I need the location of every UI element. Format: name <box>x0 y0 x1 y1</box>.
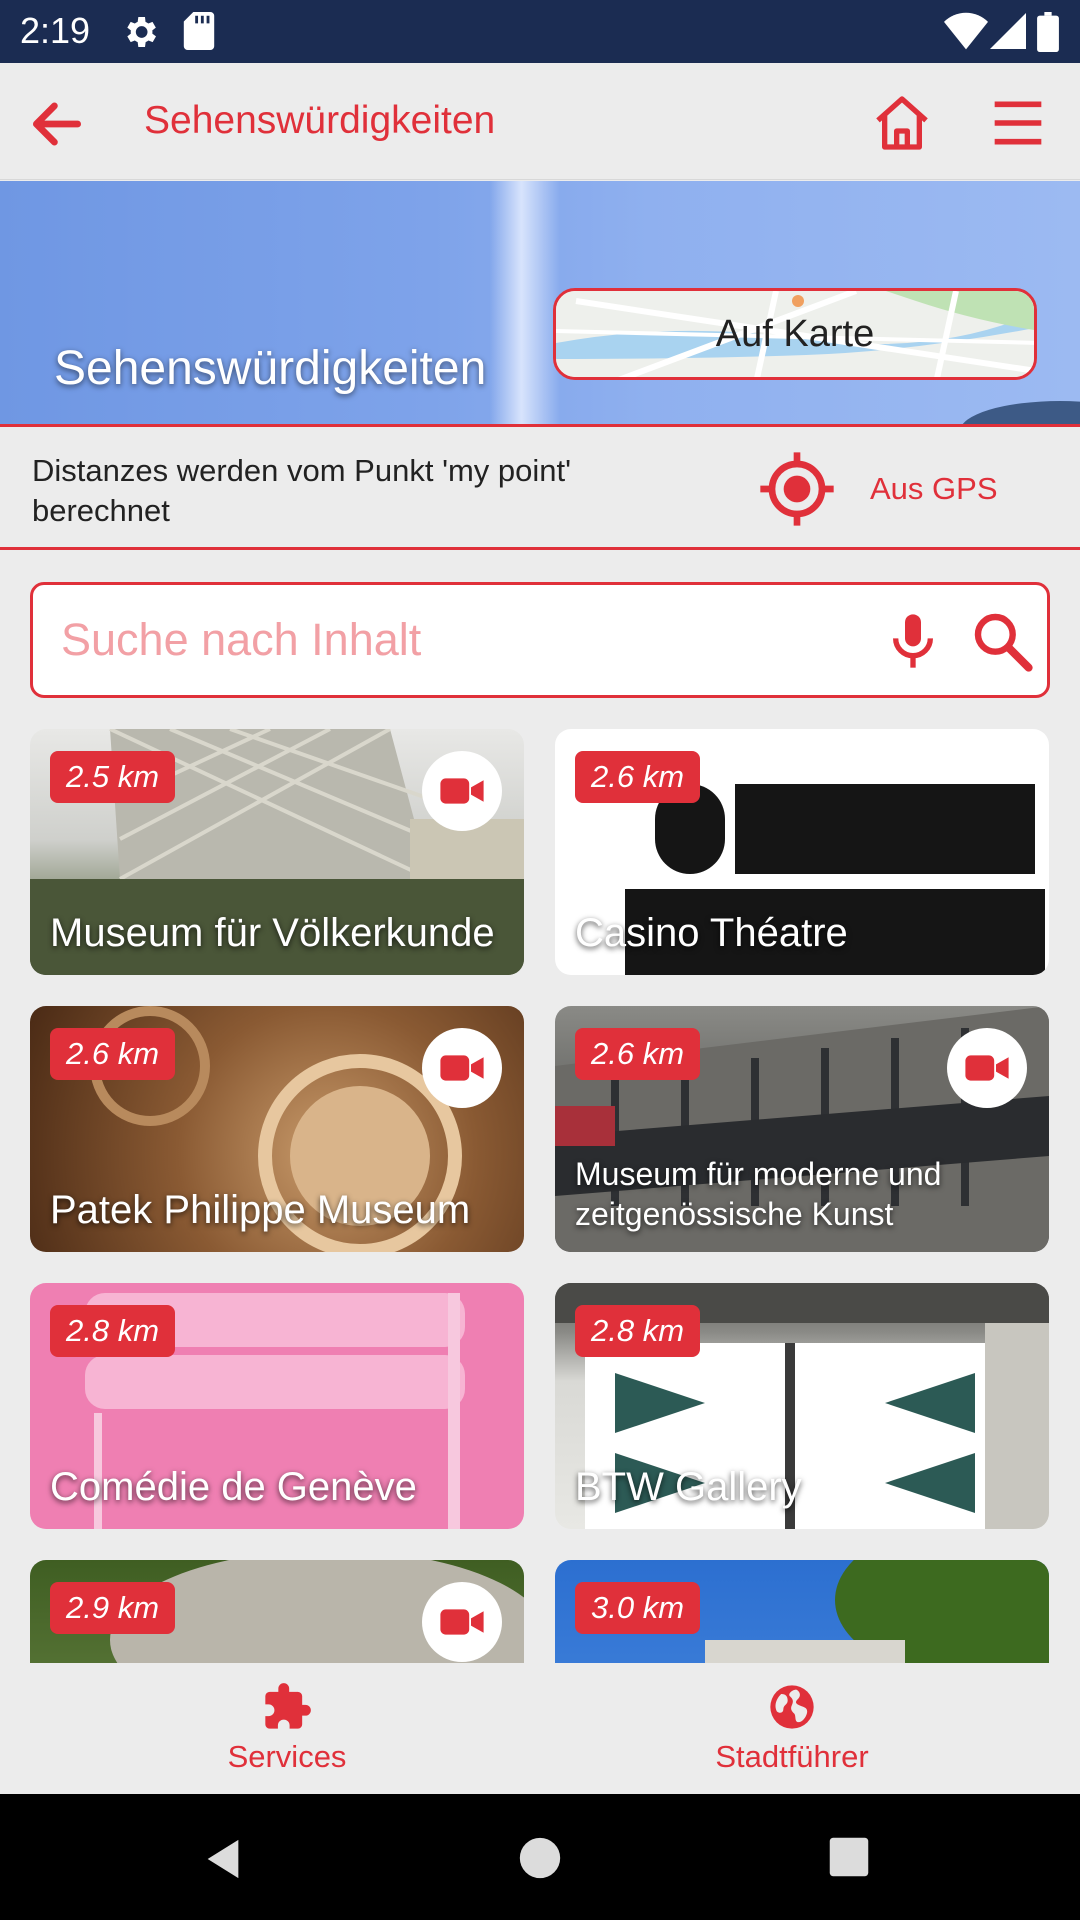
distance-badge: 2.6 km <box>575 1028 701 1080</box>
puzzle-icon <box>265 1683 311 1729</box>
sight-card-title: Museum für Völkerkunde <box>50 911 495 955</box>
recents-square-icon[interactable] <box>828 1836 870 1878</box>
app-bar: Sehenswürdigkeiten <box>0 63 1080 180</box>
sight-card-title: BTW Gallery <box>575 1465 802 1509</box>
nav-city-guide-label: Stadtführer <box>715 1739 869 1774</box>
home-circle-icon[interactable] <box>518 1836 562 1880</box>
sight-card-title: Comédie de Genève <box>50 1465 417 1509</box>
nav-city-guide[interactable]: Stadtführer <box>642 1681 942 1775</box>
distance-badge: 2.5 km <box>50 751 176 803</box>
search-box <box>30 582 1050 698</box>
globe-icon <box>770 1685 814 1729</box>
hamburger-menu-icon[interactable] <box>990 95 1046 151</box>
distance-badge: 2.8 km <box>50 1305 176 1357</box>
sight-card[interactable]: 2.6 km Museum für moderne und zeitgenöss… <box>555 1006 1049 1252</box>
sight-card[interactable]: 2.8 km Comédie de Genève <box>30 1283 524 1529</box>
video-camera-icon <box>440 1055 484 1081</box>
video-badge <box>422 751 502 831</box>
sights-grid: 2.5 km Museum für Völkerkunde 2.6 km Cas… <box>0 729 1080 1663</box>
battery-icon <box>1037 12 1059 52</box>
sight-card[interactable]: 2.5 km Museum für Völkerkunde <box>30 729 524 975</box>
sight-card[interactable]: 3.0 km <box>555 1560 1049 1663</box>
distance-badge: 2.8 km <box>575 1305 701 1357</box>
distance-badge: 2.6 km <box>50 1028 176 1080</box>
distance-badge: 2.6 km <box>575 751 701 803</box>
search-icon[interactable] <box>970 609 1034 673</box>
wifi-icon <box>944 12 988 50</box>
system-navigation-bar <box>0 1794 1080 1920</box>
hero-hill <box>960 401 1080 424</box>
map-button[interactable]: Auf Karte <box>553 288 1037 380</box>
bottom-navigation: Services Stadtführer <box>0 1663 1080 1794</box>
hero-fountain-image <box>490 181 560 424</box>
sight-card[interactable]: 2.8 km BTW Gallery <box>555 1283 1049 1529</box>
sight-card-title: Museum für moderne und zeitgenössische K… <box>575 1156 942 1232</box>
status-time: 2:19 <box>20 10 91 51</box>
distance-info-text: Distanzes werden vom Punkt 'my point' be… <box>32 453 572 528</box>
sight-card[interactable]: 2.6 km Patek Philippe Museum <box>30 1006 524 1252</box>
nav-services[interactable]: Services <box>137 1681 437 1775</box>
distance-badge: 3.0 km <box>575 1582 701 1634</box>
distance-info-bar: Distanzes werden vom Punkt 'my point' be… <box>0 424 1080 550</box>
hero-title: Sehenswürdigkeiten <box>54 342 487 395</box>
video-camera-icon <box>440 1609 484 1635</box>
nav-services-label: Services <box>227 1739 347 1774</box>
sight-card[interactable]: 2.6 km Casino Théatre <box>555 729 1049 975</box>
home-icon[interactable] <box>870 91 934 155</box>
distance-badge: 2.9 km <box>50 1582 176 1634</box>
video-badge <box>947 1028 1027 1108</box>
video-camera-icon <box>965 1055 1009 1081</box>
sight-card[interactable]: 2.9 km <box>30 1560 524 1663</box>
sd-card-icon <box>183 12 215 50</box>
gps-target-icon[interactable] <box>757 449 837 529</box>
search-input[interactable] <box>61 605 841 675</box>
sight-card-title: Patek Philippe Museum <box>50 1188 471 1232</box>
back-arrow-icon[interactable] <box>26 93 88 155</box>
gps-button[interactable]: Aus GPS <box>870 471 998 507</box>
signal-icon <box>990 13 1026 49</box>
back-triangle-icon[interactable] <box>200 1836 246 1882</box>
video-badge <box>422 1582 502 1662</box>
microphone-icon[interactable] <box>881 609 945 673</box>
status-bar: 2:19 <box>0 0 1080 63</box>
sight-card-title: Casino Théatre <box>575 911 848 955</box>
page-title: Sehenswürdigkeiten <box>144 99 496 142</box>
video-camera-icon <box>440 778 484 804</box>
video-badge <box>422 1028 502 1108</box>
settings-icon <box>127 17 156 47</box>
map-button-label: Auf Karte <box>715 313 875 355</box>
